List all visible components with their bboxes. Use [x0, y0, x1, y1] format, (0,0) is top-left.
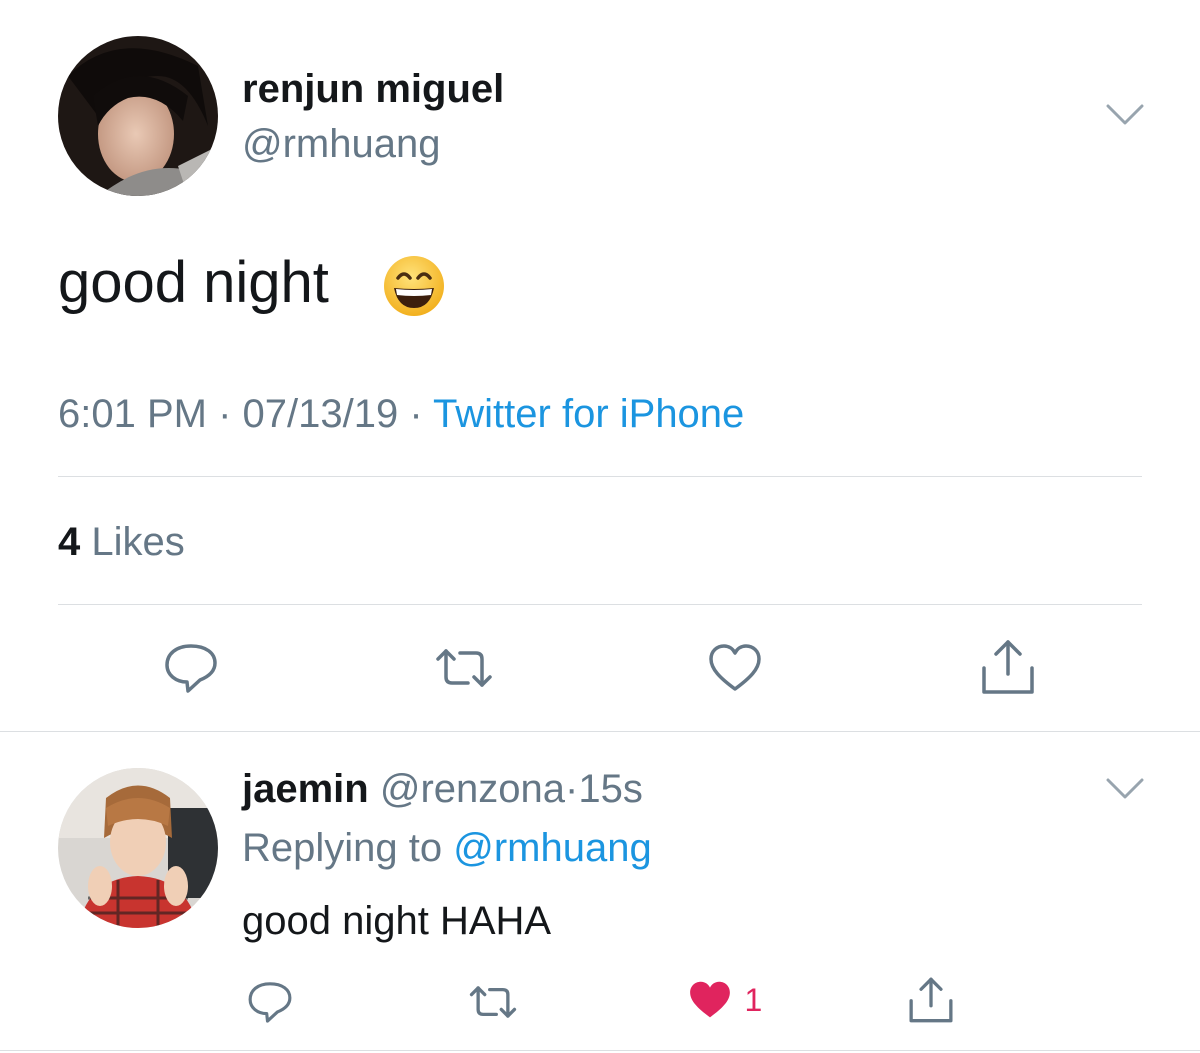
like-icon[interactable] — [706, 642, 764, 694]
grinning-face-emoji-icon — [382, 254, 446, 318]
likes-stat[interactable]: 4 Likes — [58, 518, 185, 566]
display-name[interactable]: renjun miguel — [242, 66, 504, 112]
reply-icon[interactable] — [246, 980, 294, 1024]
tweet-source-link[interactable]: Twitter for iPhone — [433, 392, 744, 436]
replying-label: Replying to — [242, 826, 443, 870]
retweet-icon[interactable] — [432, 645, 496, 691]
replying-to: Replying to @rmhuang — [242, 824, 652, 872]
handle[interactable]: @renzona — [380, 767, 565, 811]
meta-separator: · — [398, 392, 434, 436]
meta-separator: · — [206, 392, 243, 436]
chevron-down-icon[interactable] — [1104, 776, 1146, 802]
avatar[interactable] — [58, 36, 218, 196]
like-action[interactable]: 1 — [686, 978, 762, 1026]
display-name[interactable]: jaemin — [242, 767, 369, 811]
tweet-text-row: good night — [58, 248, 329, 318]
liked-heart-icon[interactable] — [686, 978, 734, 1022]
share-icon[interactable] — [906, 976, 956, 1024]
tweet-text: good night — [58, 250, 329, 315]
like-count: 1 — [744, 981, 763, 1018]
avatar[interactable] — [58, 768, 218, 928]
tweet-meta: 6:01 PM · 07/13/19 · Twitter for iPhone — [58, 390, 744, 438]
chevron-down-icon[interactable] — [1104, 102, 1146, 128]
handle[interactable]: @rmhuang — [242, 121, 440, 167]
tweet-text: good night HAHA — [242, 899, 552, 943]
bottom-divider — [0, 1050, 1200, 1051]
reply-header: jaemin @renzona·15s — [242, 765, 643, 813]
tweet-time: 6:01 PM — [58, 392, 207, 436]
divider — [58, 476, 1142, 477]
timestamp[interactable]: 15s — [578, 767, 643, 811]
replying-handle-link[interactable]: @rmhuang — [453, 826, 651, 870]
likes-count: 4 — [58, 520, 81, 564]
meta-separator: · — [565, 767, 579, 811]
divider — [58, 604, 1142, 605]
reply-icon[interactable] — [162, 642, 220, 694]
tweet-date: 07/13/19 — [242, 392, 399, 436]
share-icon[interactable] — [978, 638, 1038, 696]
section-divider — [0, 731, 1200, 732]
retweet-icon[interactable] — [466, 983, 520, 1021]
likes-label: Likes — [91, 520, 185, 564]
